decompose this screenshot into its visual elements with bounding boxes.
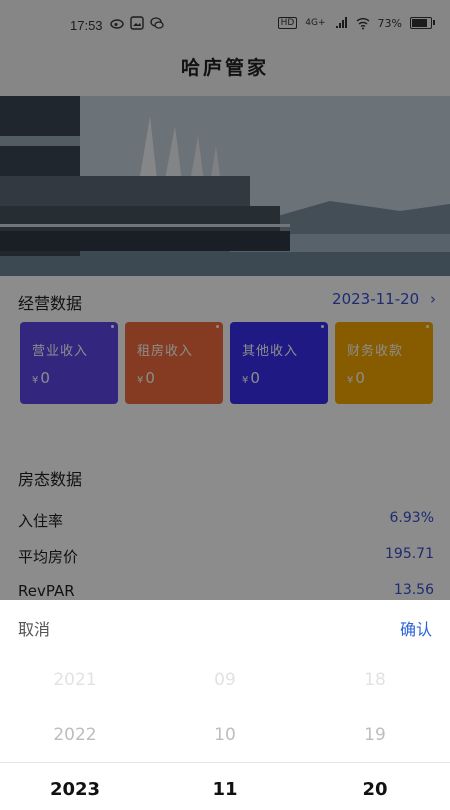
notification-icons <box>110 16 164 30</box>
image-icon <box>130 16 144 30</box>
year-option-selected[interactable]: 2023 <box>0 770 150 810</box>
banner-image <box>0 96 450 276</box>
date-picker: 取消 确认 2021 2022 2023 09 10 11 18 19 20 <box>0 600 450 800</box>
battery-icon <box>410 17 435 29</box>
wechat-icon <box>150 17 164 29</box>
signal-icon <box>335 17 347 28</box>
chevron-right-icon: › <box>430 290 436 308</box>
business-section-title: 经营数据 <box>18 294 83 313</box>
status-right: HD 4G+ 73% <box>277 16 435 30</box>
month-wheel[interactable]: 09 10 11 <box>150 660 300 810</box>
card-value: ¥0 <box>137 369 155 387</box>
card-value: ¥0 <box>32 369 50 387</box>
card-business-income[interactable]: 营业收入 ¥0 <box>20 322 118 404</box>
month-option[interactable]: 09 <box>150 660 300 715</box>
day-wheel[interactable]: 18 19 20 <box>300 660 450 810</box>
card-label: 财务收款 <box>347 344 404 359</box>
year-wheel[interactable]: 2021 2022 2023 <box>0 660 150 810</box>
metric-occupancy: 入住率 6.93% <box>18 510 434 531</box>
page-title: 哈庐管家 <box>180 57 269 79</box>
card-rental-income[interactable]: 租房收入 ¥0 <box>125 322 223 404</box>
network-type: 4G+ <box>305 18 326 28</box>
cancel-button[interactable]: 取消 <box>18 616 50 640</box>
main-content: 经营数据 2023-11-20 › 营业收入 ¥0 租房收入 ¥0 其他收入 ¥… <box>0 276 450 600</box>
revenue-cards: 营业收入 ¥0 租房收入 ¥0 其他收入 ¥0 财务收款 ¥0 <box>20 322 433 404</box>
battery-percent: 73% <box>377 16 402 30</box>
hd-icon: HD <box>277 17 298 29</box>
dot-icon <box>321 325 324 328</box>
confirm-button[interactable]: 确认 <box>400 616 432 640</box>
day-option[interactable]: 18 <box>300 660 450 715</box>
month-option-selected[interactable]: 11 <box>150 770 300 810</box>
metric-label: 入住率 <box>18 512 64 530</box>
wifi-icon <box>356 18 370 30</box>
metric-label: 平均房价 <box>18 548 79 566</box>
card-value: ¥0 <box>347 369 365 387</box>
dot-icon <box>216 325 219 328</box>
weibo-icon <box>110 19 124 29</box>
harbor-photo <box>0 96 450 276</box>
card-other-income[interactable]: 其他收入 ¥0 <box>230 322 328 404</box>
dot-icon <box>426 325 429 328</box>
card-label: 营业收入 <box>32 344 89 359</box>
card-label: 其他收入 <box>242 344 299 359</box>
metric-revpar: RevPAR 13.56 <box>18 582 434 600</box>
date-selector[interactable]: 2023-11-20 › <box>332 290 436 308</box>
card-label: 租房收入 <box>137 344 194 359</box>
card-finance-receipts[interactable]: 财务收款 ¥0 <box>335 322 433 404</box>
card-value: ¥0 <box>242 369 260 387</box>
day-option-selected[interactable]: 20 <box>300 770 450 810</box>
metric-value: 13.56 <box>393 582 434 598</box>
selection-divider <box>0 762 450 763</box>
app-header: 哈庐管家 <box>0 50 450 96</box>
year-option[interactable]: 2021 <box>0 660 150 715</box>
status-bar: 17:53 HD 4G+ 73% <box>0 0 450 50</box>
dot-icon <box>111 325 114 328</box>
room-status-title: 房态数据 <box>18 470 83 489</box>
metric-value: 195.71 <box>385 546 434 562</box>
status-time: 17:53 <box>70 18 103 33</box>
selected-date: 2023-11-20 <box>332 290 420 308</box>
metric-label: RevPAR <box>18 582 75 600</box>
metric-avg-price: 平均房价 195.71 <box>18 546 434 567</box>
metric-value: 6.93% <box>389 510 434 526</box>
